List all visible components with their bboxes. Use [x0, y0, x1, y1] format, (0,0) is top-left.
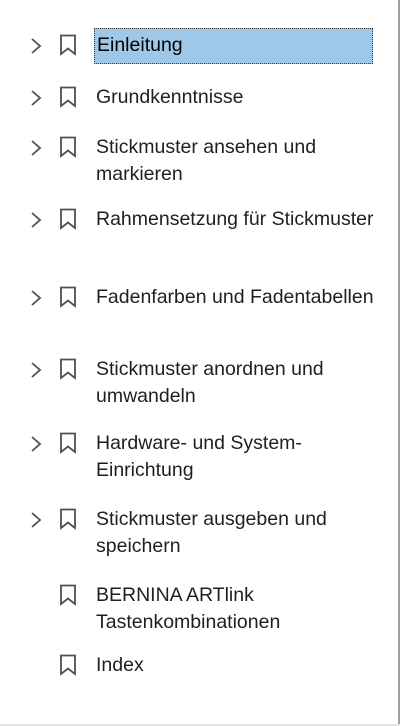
- bookmark-icon: [60, 136, 76, 158]
- chevron-right-icon[interactable]: [26, 88, 46, 108]
- bookmark-icon: [60, 584, 76, 606]
- bookmark-icon: [60, 208, 76, 230]
- chevron-right-icon[interactable]: [26, 288, 46, 308]
- chevron-right-icon[interactable]: [26, 434, 46, 454]
- bookmark-label[interactable]: Hardware- und System-Einrichtung: [96, 430, 376, 484]
- bookmark-label[interactable]: Stickmuster anordnen und umwandeln: [96, 356, 376, 410]
- bookmark-item-stickmuster-anordnen[interactable]: Stickmuster anordnen und umwandeln: [0, 356, 398, 418]
- chevron-right-icon[interactable]: [26, 36, 46, 56]
- bookmark-label[interactable]: Stickmuster ausgeben und speichern: [96, 506, 376, 560]
- chevron-right-icon[interactable]: [26, 138, 46, 158]
- chevron-right-icon[interactable]: [26, 210, 46, 230]
- bookmark-icon: [60, 508, 76, 530]
- bookmark-item-stickmuster-ausgeben[interactable]: Stickmuster ausgeben und speichern: [0, 506, 398, 568]
- bookmark-icon: [60, 358, 76, 380]
- bookmark-icon: [60, 286, 76, 308]
- bookmark-label[interactable]: BERNINA ARTlink Tastenkombinationen: [96, 582, 376, 636]
- bookmark-item-index[interactable]: Index: [0, 652, 398, 688]
- bookmark-item-tastenkombinationen[interactable]: BERNINA ARTlink Tastenkombinationen: [0, 582, 398, 644]
- bookmark-item-rahmensetzung[interactable]: Rahmensetzung für Stickmuster: [0, 206, 398, 268]
- bookmark-icon: [60, 34, 76, 56]
- bookmarks-panel: Einleitung Grundkenntnisse Stickmuster a…: [0, 0, 400, 726]
- bookmark-icon: [60, 654, 76, 676]
- bookmark-label[interactable]: Index: [96, 652, 376, 679]
- bookmark-label[interactable]: Grundkenntnisse: [96, 84, 376, 111]
- bookmark-label[interactable]: Rahmensetzung für Stickmuster: [96, 206, 376, 233]
- bookmark-item-einleitung[interactable]: Einleitung: [0, 26, 398, 66]
- chevron-right-icon[interactable]: [26, 510, 46, 530]
- bookmark-item-stickmuster-ansehen[interactable]: Stickmuster ansehen und markieren: [0, 134, 398, 196]
- bookmark-label[interactable]: Fadenfarben und Fadentabellen: [96, 284, 376, 311]
- bookmark-item-fadenfarben[interactable]: Fadenfarben und Fadentabellen: [0, 284, 398, 346]
- bookmark-icon: [60, 432, 76, 454]
- bookmark-item-hardware[interactable]: Hardware- und System-Einrichtung: [0, 430, 398, 492]
- bookmark-item-grundkenntnisse[interactable]: Grundkenntnisse: [0, 84, 398, 120]
- bookmark-label[interactable]: Einleitung: [94, 28, 373, 64]
- bookmark-label[interactable]: Stickmuster ansehen und markieren: [96, 134, 376, 188]
- chevron-right-icon[interactable]: [26, 360, 46, 380]
- bookmark-icon: [60, 86, 76, 108]
